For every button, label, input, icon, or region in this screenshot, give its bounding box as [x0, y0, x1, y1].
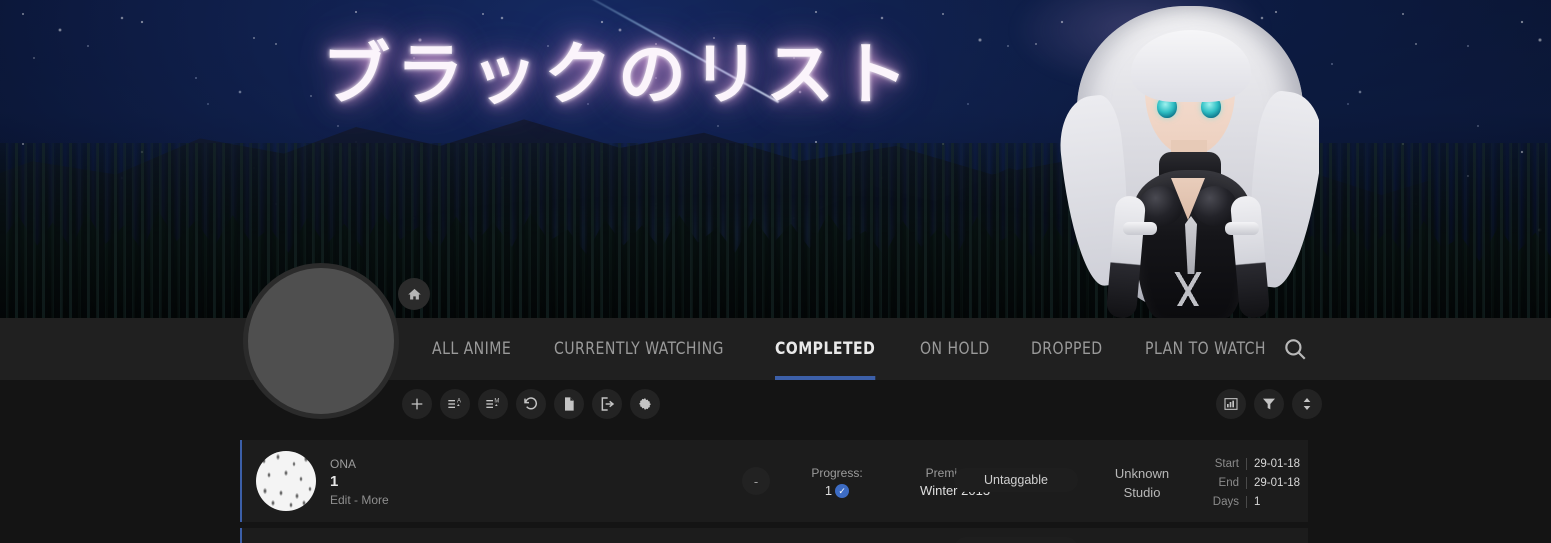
studio-line-1: Unknown	[1114, 466, 1170, 481]
svg-text:A: A	[457, 399, 461, 405]
tab-dropped-label: DROPPED	[1031, 339, 1104, 359]
progress-value: 1	[824, 483, 833, 498]
days-label: Days	[1212, 495, 1239, 508]
search-icon[interactable]	[1282, 336, 1308, 362]
dates-column: Start 29-01-18 End 29-01-18 Days 1	[1192, 454, 1304, 511]
tab-completed[interactable]: COMPLETED	[774, 318, 876, 380]
tab-currently-watching[interactable]: CURRENTLY WATCHING	[554, 318, 724, 380]
profile-banner: ブラックのリスト	[0, 0, 1551, 318]
export-button[interactable]	[592, 389, 622, 419]
table-row[interactable]: ONA 1 Edit - More - Progress: 1✓ Premier…	[240, 440, 1308, 522]
date-row-start: Start 29-01-18	[1192, 454, 1304, 473]
character-armband-left	[1123, 222, 1157, 235]
banner-title: ブラックのリスト	[322, 36, 915, 115]
score-badge[interactable]: -	[742, 467, 770, 495]
tag-badge[interactable]: SC-T	[954, 537, 1078, 543]
tab-all-anime[interactable]: ALL ANIME	[432, 318, 511, 380]
tag-badge[interactable]: Untaggable	[954, 468, 1078, 492]
tab-currently-watching-label: CURRENTLY WATCHING	[554, 339, 725, 359]
start-label: Start	[1214, 457, 1239, 470]
end-label: End	[1218, 476, 1239, 489]
row-format: ONA	[330, 457, 357, 471]
cover-image[interactable]	[256, 451, 316, 511]
notes-button[interactable]	[554, 389, 584, 419]
tab-plan-to-watch[interactable]: PLAN TO WATCH	[1145, 318, 1266, 380]
sort-order-button[interactable]	[1292, 389, 1322, 419]
character-armband-right	[1225, 222, 1259, 235]
tab-on-hold[interactable]: ON HOLD	[920, 318, 990, 380]
row-title-block: ONA 1 Edit - More	[330, 456, 630, 508]
table-row[interactable]: SC-T	[240, 528, 1308, 543]
row-links[interactable]: Edit - More	[330, 492, 630, 508]
anime-list-page: ブラックのリスト ALL ANIME CURRENTLY WATCHING CO…	[0, 0, 1551, 543]
progress-label: Progress:	[811, 466, 863, 480]
home-icon[interactable]	[398, 278, 430, 310]
days-value: 1	[1246, 495, 1304, 508]
toolbar-right-group	[1216, 389, 1322, 419]
tab-plan-to-watch-label: PLAN TO WATCH	[1145, 339, 1267, 359]
studio-column: Unknown Studio	[1082, 464, 1202, 502]
row-title[interactable]: 1	[330, 472, 630, 492]
anime-list: ONA 1 Edit - More - Progress: 1✓ Premier…	[240, 440, 1308, 543]
svg-text:M: M	[494, 399, 499, 405]
progress-column: Progress: 1 ✓	[782, 464, 892, 500]
history-button[interactable]	[516, 389, 546, 419]
tab-on-hold-label: ON HOLD	[919, 339, 990, 359]
character-torso-left	[1139, 186, 1183, 226]
date-row-end: End 29-01-18	[1192, 473, 1304, 492]
check-icon: ✓	[835, 484, 850, 498]
start-value: 29-01-18	[1246, 457, 1304, 470]
toolbar-left-group: A M	[402, 389, 660, 419]
gear-icon[interactable]	[630, 389, 660, 419]
user-avatar[interactable]	[243, 263, 399, 419]
tab-dropped[interactable]: DROPPED	[1031, 318, 1103, 380]
list-toolbar: A M	[0, 380, 1551, 428]
end-value: 29-01-18	[1246, 476, 1304, 489]
stats-button[interactable]	[1216, 389, 1246, 419]
main-navbar: ALL ANIME CURRENTLY WATCHING COMPLETED O…	[0, 318, 1551, 380]
add-entry-button[interactable]	[402, 389, 432, 419]
sort-alpha-button[interactable]: A	[440, 389, 470, 419]
date-row-days: Days 1	[1192, 492, 1304, 511]
progress-value-wrap[interactable]: 1 ✓	[782, 482, 892, 500]
tab-all-anime-label: ALL ANIME	[432, 339, 512, 359]
tab-completed-label: COMPLETED	[774, 339, 876, 359]
character-illustration	[1059, 0, 1319, 318]
nav-tab-list: ALL ANIME CURRENTLY WATCHING COMPLETED O…	[432, 318, 1277, 380]
sort-manual-button[interactable]: M	[478, 389, 508, 419]
character-strap-detail	[1167, 272, 1209, 306]
funnel-icon[interactable]	[1254, 389, 1284, 419]
studio-line-2: Studio	[1123, 485, 1161, 500]
